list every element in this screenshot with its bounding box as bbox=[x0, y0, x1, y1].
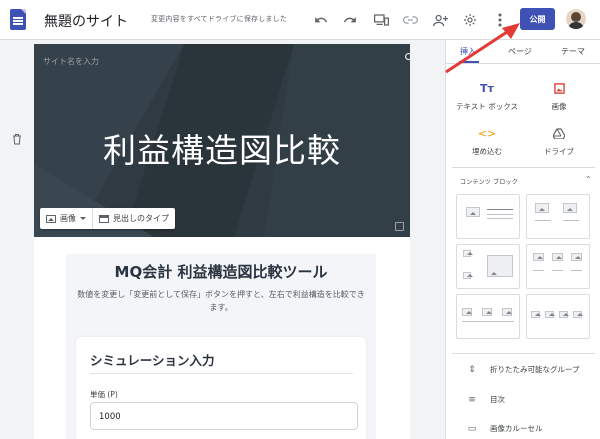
delete-section-icon[interactable] bbox=[12, 130, 22, 145]
site-name-placeholder[interactable]: サイト名を入力 bbox=[43, 56, 99, 67]
collapsible-group-label: 折りたたみ可能なグループ bbox=[490, 365, 580, 374]
divider bbox=[452, 167, 595, 168]
page-title[interactable]: 利益構造図比較 bbox=[34, 124, 410, 172]
divider bbox=[90, 373, 353, 374]
page-canvas: サイト名を入力 利益構造図比較 画像 見出しのタイプ MQ会計 利益構造図比較ツ… bbox=[34, 44, 410, 439]
section-handle-icon[interactable] bbox=[395, 222, 404, 231]
avatar[interactable] bbox=[566, 9, 586, 29]
insert-table-of-contents[interactable]: ≡ 目次 bbox=[466, 394, 505, 405]
banner-toolbar: 画像 見出しのタイプ bbox=[40, 208, 175, 229]
annotation-arrow bbox=[445, 23, 520, 74]
change-image-label: 画像 bbox=[60, 214, 76, 223]
insert-image-label: 画像 bbox=[551, 102, 567, 111]
change-image-button[interactable]: 画像 bbox=[40, 208, 92, 229]
collapsible-group-icon: ⇕ bbox=[468, 364, 476, 375]
tool-description: 数値を変更し「変更前として保存」ボタンを押すと、左右で利益構造を比較できます。 bbox=[77, 290, 365, 312]
layout-block-three-images[interactable] bbox=[526, 244, 590, 289]
insert-embed-label: 埋め込む bbox=[472, 147, 502, 156]
insert-drive-label: ドライブ bbox=[544, 147, 574, 156]
table-of-contents-icon: ≡ bbox=[468, 394, 476, 405]
embedded-tool: MQ会計 利益構造図比較ツール 数値を変更し「変更前として保存」ボタンを押すと、… bbox=[66, 254, 376, 439]
image-icon bbox=[523, 83, 595, 95]
redo-icon[interactable] bbox=[340, 10, 360, 30]
insert-drive-button[interactable]: ドライブ bbox=[523, 128, 595, 157]
header-type-label: 見出しのタイプ bbox=[113, 214, 169, 223]
table-of-contents-label: 目次 bbox=[490, 395, 505, 404]
header-type-icon bbox=[99, 214, 109, 223]
insert-textbox-button[interactable]: Tт テキスト ボックス bbox=[451, 83, 523, 112]
layout-block-three-columns[interactable] bbox=[456, 294, 520, 339]
tab-themes[interactable]: テーマ bbox=[561, 46, 585, 57]
drive-icon bbox=[523, 128, 595, 140]
header-banner[interactable]: サイト名を入力 利益構造図比較 画像 見出しのタイプ bbox=[34, 44, 410, 237]
insert-image-carousel[interactable]: ▭ 画像カルーセル bbox=[466, 423, 543, 434]
insert-collapsible-group[interactable]: ⇕ 折りたたみ可能なグループ bbox=[466, 364, 580, 375]
image-icon bbox=[46, 214, 56, 223]
undo-icon[interactable] bbox=[311, 10, 331, 30]
insert-embed-button[interactable]: <> 埋め込む bbox=[451, 128, 523, 157]
insert-textbox-label: テキスト ボックス bbox=[456, 102, 518, 111]
simulation-card: シミュレーション入力 単価 (P) 1000 bbox=[76, 337, 366, 439]
layout-block-four-images[interactable] bbox=[526, 294, 590, 339]
site-title[interactable]: 無題のサイト bbox=[44, 11, 128, 31]
divider bbox=[452, 353, 595, 354]
right-panel: 挿入 ページ テーマ Tт テキスト ボックス 画像 <> 埋め込む ドライブ … bbox=[445, 40, 600, 439]
text-box-icon: Tт bbox=[480, 82, 494, 95]
embed-code-icon: <> bbox=[477, 127, 497, 140]
header-type-button[interactable]: 見出しのタイプ bbox=[92, 208, 175, 229]
link-icon[interactable] bbox=[400, 10, 420, 30]
insert-image-button[interactable]: 画像 bbox=[523, 83, 595, 112]
layout-block-image-grid[interactable] bbox=[456, 244, 520, 289]
image-carousel-icon: ▭ bbox=[467, 423, 477, 434]
unit-price-label: 単価 (P) bbox=[90, 390, 118, 399]
layout-block-image-text[interactable] bbox=[456, 194, 520, 239]
preview-devices-icon[interactable] bbox=[371, 10, 391, 30]
content-blocks-label: コンテンツ ブロック bbox=[460, 179, 518, 186]
sites-logo-icon bbox=[10, 9, 26, 30]
layout-block-two-images[interactable] bbox=[526, 194, 590, 239]
dropdown-caret-icon bbox=[80, 217, 86, 220]
unit-price-input[interactable]: 1000 bbox=[90, 402, 358, 430]
simulation-title: シミュレーション入力 bbox=[90, 353, 215, 368]
chevron-up-icon[interactable]: ⌃ bbox=[585, 175, 592, 184]
image-carousel-label: 画像カルーセル bbox=[490, 424, 543, 433]
save-status: 変更内容をすべてドライブに保存しました bbox=[151, 15, 288, 23]
tool-title: MQ会計 利益構造図比較ツール bbox=[114, 263, 328, 281]
